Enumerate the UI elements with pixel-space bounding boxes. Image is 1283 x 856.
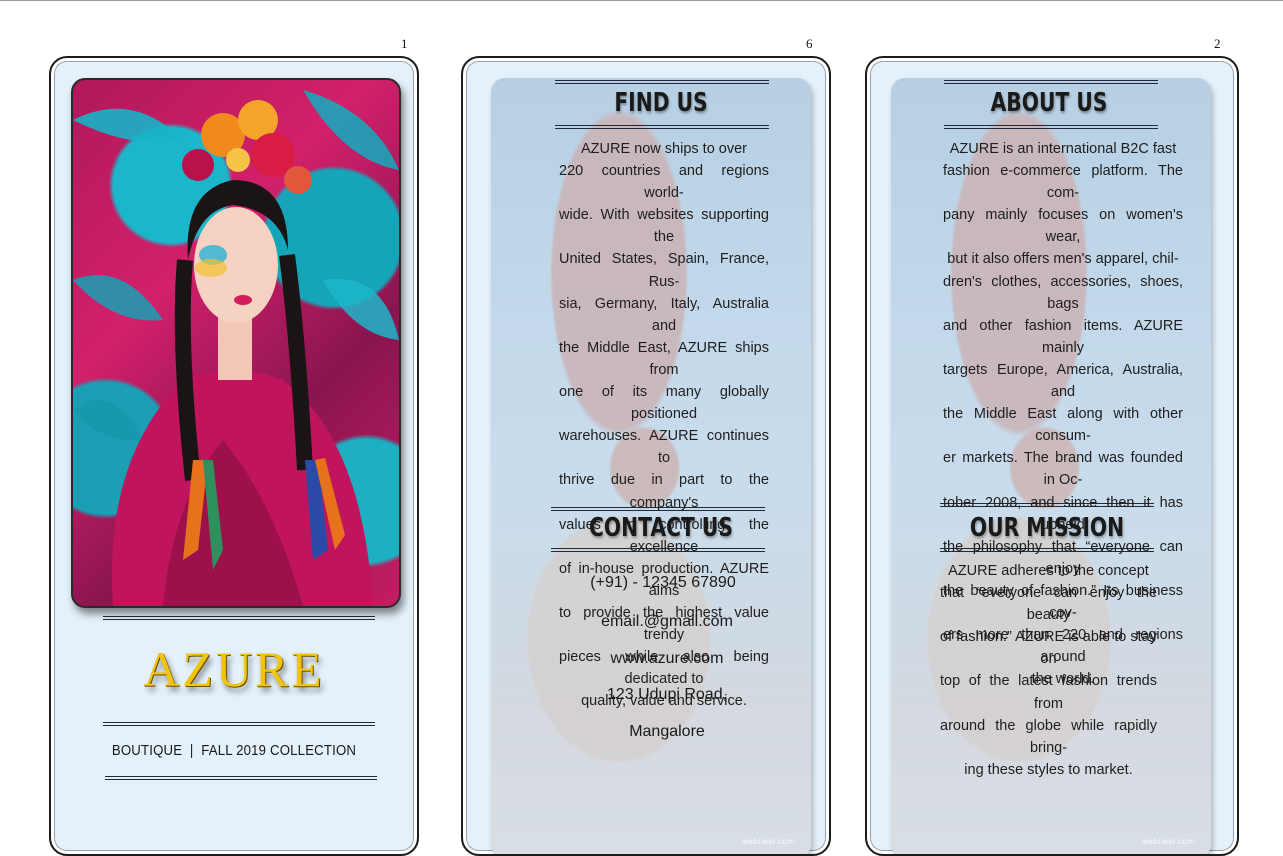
mission-line: AZURE adheres to the concept bbox=[948, 563, 1149, 579]
watermark: webneel.com bbox=[741, 837, 795, 846]
woman-with-flower-crown-photo bbox=[71, 78, 401, 608]
cover-panel: AZURE BOUTIQUE | FALL 2019 COLLECTION bbox=[49, 56, 419, 856]
about-us-line: targets Europe, America, Australia, and bbox=[943, 361, 1183, 401]
find-us-rule-top bbox=[555, 80, 769, 84]
mission-text: AZURE adheres to the concept that “every… bbox=[940, 560, 1157, 781]
about-us-line: fashion e-commerce platform. The com- bbox=[943, 163, 1183, 202]
about-us-rule-bottom bbox=[944, 125, 1158, 129]
find-us-heading: FIND US bbox=[614, 88, 708, 118]
about-us-line: and other fashion items. AZURE mainly bbox=[943, 317, 1183, 356]
contact-us-heading: CONTACT US bbox=[589, 513, 733, 543]
find-us-line: one of its many globally positioned bbox=[559, 384, 769, 423]
cover-rule-top bbox=[103, 616, 375, 620]
mission-line: that “everyone can enjoy the beauty bbox=[940, 585, 1157, 624]
about-us-line: pany mainly focuses on women's wear, bbox=[943, 207, 1183, 246]
contact-address-line1: 123 Udupi Road, bbox=[606, 686, 728, 703]
page-number-about-us: 2 bbox=[1214, 36, 1221, 51]
find-us-rule-bottom bbox=[555, 125, 769, 129]
find-us-line: warehouses. AZURE continues to bbox=[559, 428, 769, 467]
mission-line: of fashion.” AZURE is able to stay on bbox=[940, 629, 1157, 668]
cover-illustration bbox=[73, 90, 399, 606]
find-us-line: sia, Germany, Italy, Australia and bbox=[559, 295, 769, 334]
top-divider bbox=[0, 0, 1283, 1]
find-us-line: AZURE now ships to over bbox=[580, 141, 747, 157]
page-number-find-us: 6 bbox=[806, 36, 813, 51]
contact-address-line2: Mangalore bbox=[629, 723, 705, 740]
about-us-panel: webneel.com ABOUT US AZURE is an interna… bbox=[865, 56, 1239, 856]
mission-heading: OUR MISSION bbox=[969, 513, 1125, 543]
about-us-heading: ABOUT US bbox=[990, 88, 1108, 118]
contact-website[interactable]: www.azure.com bbox=[484, 650, 829, 668]
find-us-line: 220 countries and regions world- bbox=[559, 163, 769, 202]
mission-line: top of the latest fashion trends from bbox=[940, 673, 1157, 712]
find-us-line: wide. With websites supporting the bbox=[559, 207, 769, 246]
about-us-line: AZURE is an international B2C fast bbox=[949, 141, 1177, 157]
about-us-rule-top bbox=[944, 80, 1158, 84]
find-us-line: the Middle East, AZURE ships from bbox=[559, 339, 769, 378]
find-us-line: United States, Spain, France, Rus- bbox=[559, 251, 769, 290]
about-us-line: er markets. The brand was founded in Oc- bbox=[943, 450, 1183, 489]
about-us-line: dren's clothes, accessories, shoes, bags bbox=[943, 273, 1183, 312]
cover-tagline: BOUTIQUE | FALL 2019 COLLECTION bbox=[111, 742, 357, 759]
cover-rule-bottom bbox=[105, 776, 377, 780]
contact-email[interactable]: email.@gmail.com bbox=[484, 613, 829, 631]
about-us-line: the Middle East along with other consum- bbox=[943, 406, 1183, 445]
watermark: webneel.com bbox=[1141, 837, 1195, 846]
brand-title: AZURE bbox=[143, 641, 325, 697]
mission-line: around the globe while rapidly bring- bbox=[940, 717, 1157, 756]
find-us-panel: webneel.com FIND US AZURE now ships to o… bbox=[461, 56, 831, 856]
mission-line: ing these styles to market. bbox=[964, 761, 1133, 778]
contact-phone[interactable]: (+91) - 12345 67890 bbox=[480, 574, 829, 592]
find-us-line: thrive due in part to the company's bbox=[559, 472, 769, 511]
cover-rule-middle bbox=[103, 722, 375, 726]
about-us-line: but it also offers men's apparel, chil- bbox=[947, 251, 1179, 268]
page-number-cover: 1 bbox=[401, 36, 408, 51]
